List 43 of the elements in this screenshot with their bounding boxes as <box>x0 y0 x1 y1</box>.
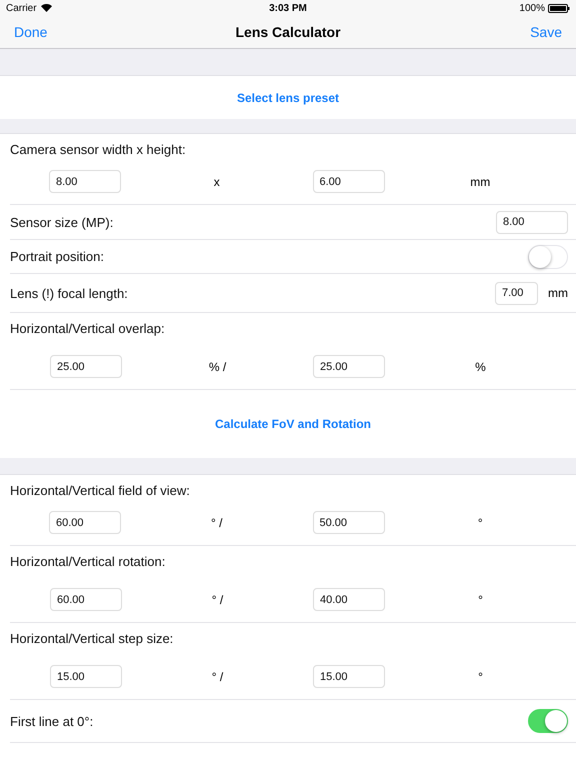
input-field[interactable]: 7.00 <box>495 282 538 304</box>
separator-label: ° / <box>211 516 222 530</box>
input-field[interactable]: 15.00 <box>50 665 122 688</box>
separator-label: ° / <box>212 592 224 606</box>
done-button[interactable]: Done <box>14 24 48 40</box>
input-field[interactable]: 50.00 <box>312 511 384 534</box>
input-field[interactable]: 6.00 <box>312 170 384 193</box>
input-field[interactable]: 40.00 <box>313 588 385 611</box>
unit-label: % <box>475 360 486 374</box>
input-field[interactable]: 15.00 <box>313 665 385 688</box>
input-field[interactable]: 25.00 <box>313 355 385 378</box>
unit-label: ° <box>478 670 483 684</box>
row-label: Horizontal/Vertical step size: <box>10 631 174 646</box>
carrier-label: Carrier <box>6 2 270 14</box>
input-field[interactable]: 8.00 <box>49 170 121 193</box>
select-preset-button[interactable]: Select lens preset <box>234 88 342 106</box>
separator-label: % / <box>208 360 226 374</box>
row-label: First line at 0°: <box>10 714 94 728</box>
input-field[interactable]: 25.00 <box>50 355 122 378</box>
row-label: Horizontal/Vertical field of view: <box>10 483 191 498</box>
row-label: Horizontal/Vertical rotation: <box>10 554 166 569</box>
row-label: Horizontal/Vertical overlap: <box>10 321 166 336</box>
row-label: Camera sensor width x height: <box>10 142 187 157</box>
unit-label: ° <box>478 592 483 606</box>
battery-label: 100% <box>519 2 545 14</box>
row-label: Lens (!) focal length: <box>10 286 128 300</box>
row-label: Sensor size (MP): <box>10 214 114 230</box>
time-label: 3:03 PM <box>269 2 307 14</box>
input-field[interactable]: 60.00 <box>50 588 122 611</box>
separator-label: ° / <box>212 670 224 684</box>
toggle-switch[interactable] <box>528 709 568 733</box>
unit-label: ° <box>478 516 483 530</box>
input-field[interactable]: 8.00 <box>496 210 568 234</box>
input-field[interactable]: 60.00 <box>49 511 121 534</box>
page-title: Lens Calculator <box>235 24 341 40</box>
row-label: Portrait position: <box>10 249 104 264</box>
separator-label: x <box>214 174 220 188</box>
wifi-icon <box>40 4 52 12</box>
save-button[interactable]: Save <box>530 24 562 40</box>
unit-label: mm <box>548 286 568 300</box>
battery-icon <box>548 4 570 12</box>
unit-label: mm <box>470 174 490 188</box>
calculate-button[interactable]: Calculate FoV and Rotation <box>212 415 373 433</box>
